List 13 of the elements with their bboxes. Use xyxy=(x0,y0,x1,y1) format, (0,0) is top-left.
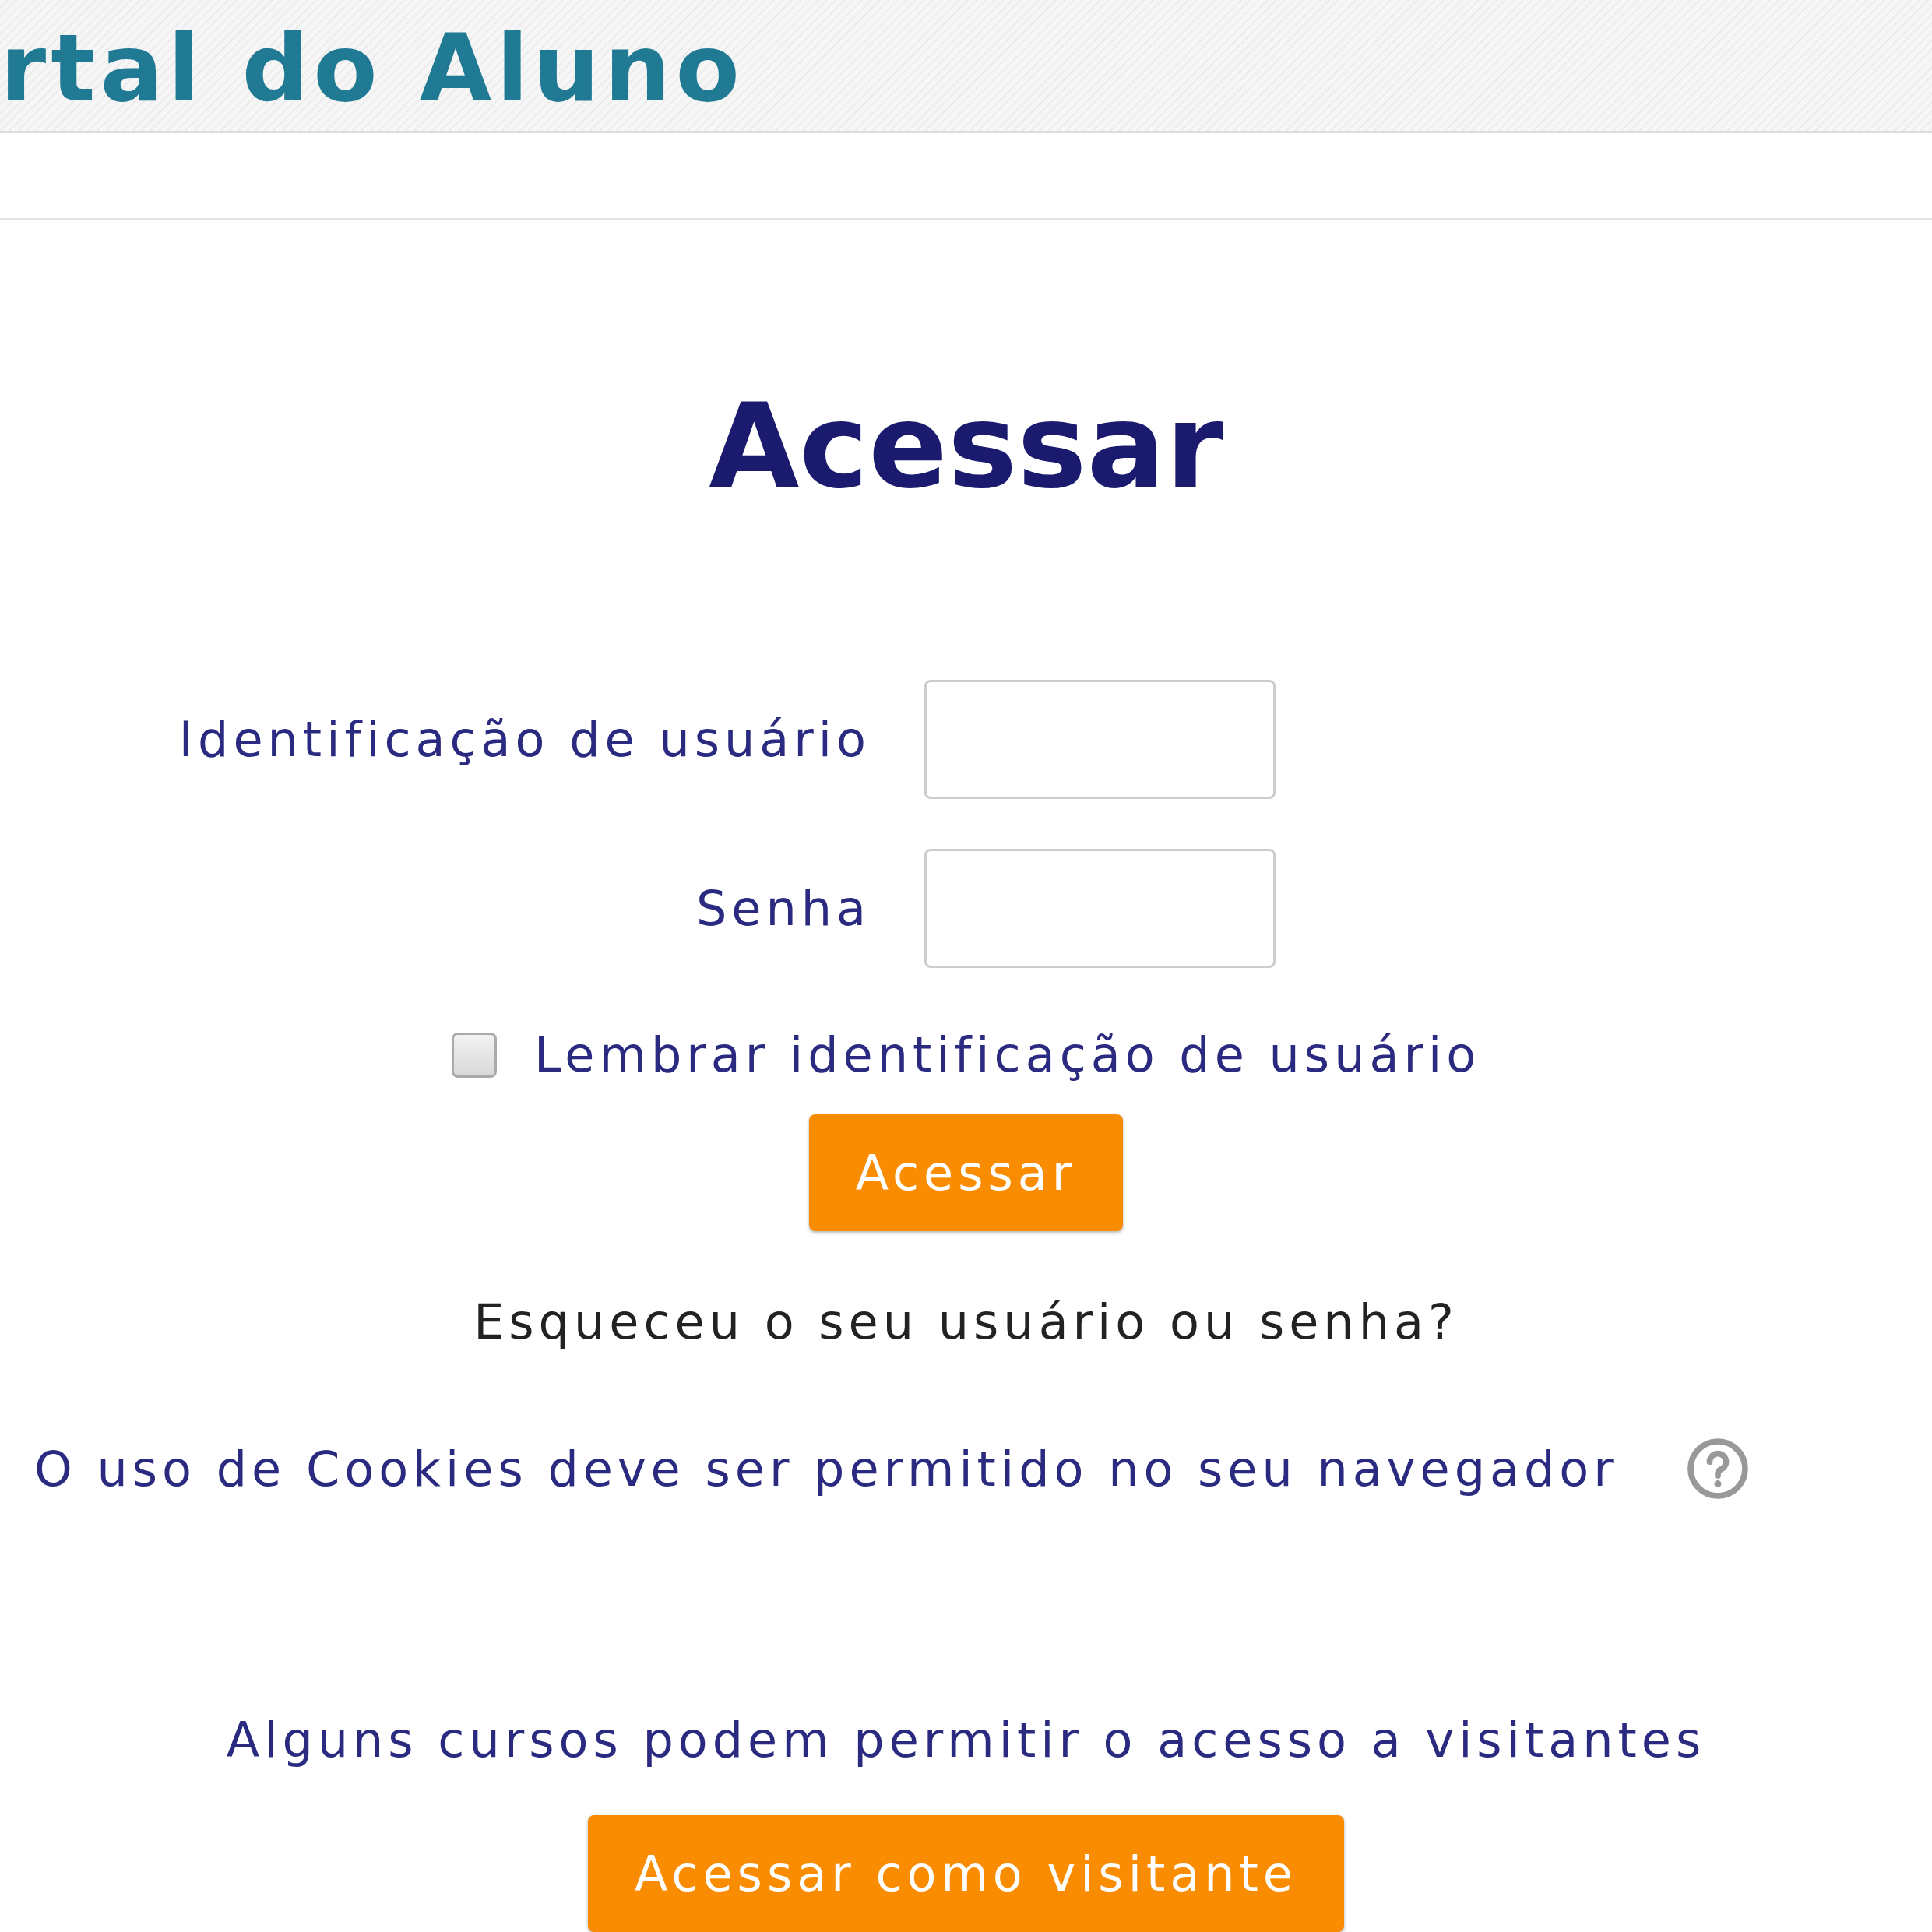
forgot-password-text: Esqueceu o seu usuário ou senha? xyxy=(473,1293,1459,1350)
field-label: Senha xyxy=(695,880,871,937)
remember-checkbox[interactable] xyxy=(451,1032,497,1078)
cookies-notice: O uso de Cookies deve ser permitido no seu navegador xyxy=(34,1440,1618,1497)
checkbox-label: Lembrar identificação de usuário xyxy=(533,1026,1481,1083)
site-title: rtal do Aluno xyxy=(0,22,744,116)
input-field[interactable] xyxy=(924,849,1276,968)
guest-notice: Alguns cursos podem permitir o acesso a visitantes xyxy=(226,1712,1706,1768)
input-field[interactable] xyxy=(924,680,1276,799)
field-label: Identificação de usuário xyxy=(178,711,871,768)
page-title: Acessar xyxy=(709,388,1223,505)
guest-login-button[interactable]: Acessar como visitante xyxy=(588,1815,1344,1932)
login-button[interactable]: Acessar xyxy=(808,1114,1124,1231)
